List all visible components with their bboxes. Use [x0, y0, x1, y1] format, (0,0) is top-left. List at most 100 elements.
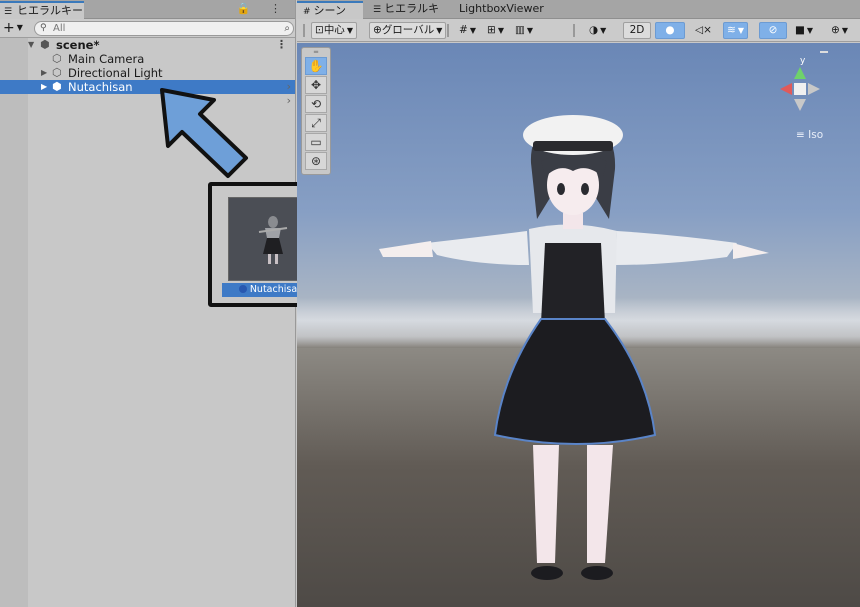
- scene-viewport[interactable]: ═ ✋ ✥ ⟲ ⤢ ▭ ⊛ y x ≡ Iso: [297, 43, 860, 607]
- audio-toggle[interactable]: ◁×: [691, 22, 716, 39]
- tools-grip[interactable]: ═: [302, 48, 330, 56]
- tab-lightbox-viewer[interactable]: LightboxViewer: [453, 1, 544, 19]
- search-input[interactable]: ⚲ All ⌕: [34, 21, 294, 36]
- rotate-icon: ⟲: [310, 97, 322, 111]
- chevron-down-icon: ▼: [600, 26, 607, 35]
- add-button[interactable]: + ▼: [3, 20, 23, 36]
- transform-icon: ⊛: [310, 154, 322, 168]
- chevron-down-icon: ▼: [526, 26, 534, 35]
- shading-icon: ◑: [589, 24, 599, 36]
- lightbulb-icon: ●: [665, 24, 675, 36]
- prefab-dot-icon: [238, 285, 247, 293]
- axis-gizmo-icon: y x: [774, 56, 820, 111]
- rotate-tool-button[interactable]: ⟲: [305, 95, 327, 113]
- cube-icon: ⬡: [52, 66, 62, 79]
- gizmo-icon: ⊕: [831, 24, 840, 36]
- mode-2d-label: 2D: [629, 24, 645, 36]
- grid-icon: #: [303, 7, 311, 17]
- chevron-down-icon: ▼: [469, 26, 476, 35]
- scene-panel: #シーン ☰ヒエラルキー LightboxViewer ⊡中心▼ ⊕グローバル▼…: [297, 0, 860, 607]
- search-placeholder: All: [53, 23, 66, 34]
- avatar-model[interactable]: [297, 43, 860, 607]
- list-item-main-camera[interactable]: ⬡ Main Camera: [28, 52, 295, 66]
- chevron-down-icon: ▼: [346, 26, 353, 35]
- preview-label-text: Nutachisan: [249, 284, 304, 295]
- globe-icon: ⊕: [373, 24, 382, 36]
- tab-scene[interactable]: # シーン: [297, 1, 363, 19]
- toolbar-separator: [573, 24, 575, 37]
- eye-slash-icon: ⊘: [768, 24, 778, 36]
- scene-tabbar: #シーン ☰ヒエラルキー LightboxViewer: [297, 0, 860, 32]
- scene-toolbar: ⊡中心 ▼ ⊕グローバル ▼ # ▼ ⊞ ▼ ▥ ▼ ◑ ▼ 2D ● ◁× ≋ ▼ ⊘ ■ ▼…: [297, 19, 860, 42]
- svg-text:y: y: [800, 56, 806, 66]
- gizmo-menu-icon[interactable]: [820, 51, 828, 53]
- search-scene-icon[interactable]: ⌕: [284, 22, 290, 35]
- expand-arrow-icon[interactable]: ▼: [28, 38, 34, 52]
- projection-label[interactable]: ≡ Iso: [796, 129, 823, 141]
- chevron-right-icon[interactable]: ›: [287, 80, 291, 94]
- mute-icon: ◁×: [695, 24, 712, 36]
- pivot-icon: ⊡: [315, 24, 324, 36]
- draw-mode-button[interactable]: ◑ ▼: [585, 22, 610, 39]
- grid-snap-icon: #: [459, 24, 468, 36]
- list-item-label: Directional Light: [68, 66, 163, 80]
- hand-icon: ✋: [308, 59, 324, 73]
- camera-dropdown[interactable]: ■ ▼: [791, 22, 817, 39]
- orientation-gizmo[interactable]: y x ≡ Iso: [774, 49, 850, 149]
- mode-2d-button[interactable]: 2D: [623, 22, 651, 39]
- chevron-down-icon: ▼: [737, 26, 744, 35]
- effects-icon: ≋: [727, 24, 736, 36]
- pivot-label: 中心: [323, 24, 345, 36]
- hierarchy-toolbar: + ▼ ⚲ All ⌕: [0, 19, 295, 38]
- move-tool-button[interactable]: ✥: [305, 76, 327, 94]
- hierarchy-gutter: [0, 38, 28, 607]
- tab-hierarchy-label: ヒエラルキー: [17, 4, 83, 17]
- chevron-down-icon: ▼: [497, 26, 504, 35]
- more-options-icon[interactable]: ⋮: [276, 38, 287, 52]
- annotation-arrow-icon: [160, 88, 248, 178]
- space-label: グローバル: [381, 24, 435, 36]
- hierarchy-tab-tools[interactable]: 🔒 ⋮: [237, 2, 289, 15]
- transform-tools: ═ ✋ ✥ ⟲ ⤢ ▭ ⊛: [301, 47, 331, 175]
- grid-snap-button[interactable]: # ▼: [455, 22, 480, 39]
- cube-icon: ⬢: [52, 80, 62, 93]
- lighting-toggle[interactable]: ●: [655, 22, 685, 39]
- expand-arrow-icon[interactable]: ▶: [41, 80, 47, 94]
- search-icon: ⚲: [40, 23, 47, 33]
- hierarchy-tabbar: ☰ ヒエラルキー 🔒 ⋮: [0, 0, 295, 19]
- expand-arrow-icon[interactable]: ▶: [41, 66, 47, 80]
- hierarchy-panel: ☰ ヒエラルキー 🔒 ⋮ + ▼ ⚲ All ⌕ ▼ ⬢ scene* ⋮ ⬡ Ma…: [0, 0, 332, 607]
- effects-dropdown[interactable]: ≋ ▼: [723, 22, 748, 39]
- camera-icon: ■: [795, 24, 805, 36]
- tab-scene-label: シーン: [313, 4, 346, 17]
- scale-tool-button[interactable]: ⤢: [305, 114, 327, 132]
- transform-tool-button[interactable]: ⊛: [305, 152, 327, 170]
- hand-tool-button[interactable]: ✋: [305, 57, 327, 75]
- toolbar-separator: [447, 24, 449, 37]
- scale-icon: ⤢: [311, 116, 321, 130]
- chevron-down-icon: ▼: [436, 26, 443, 35]
- chevron-down-icon: ▼: [841, 26, 848, 35]
- iso-icon: ≡: [796, 129, 809, 141]
- chevron-down-icon: ▼: [16, 23, 23, 32]
- ruler-icon: ▥: [515, 24, 525, 36]
- unity-logo-icon: ⬢: [40, 38, 50, 51]
- pivot-dropdown[interactable]: ⊡中心 ▼: [311, 22, 357, 39]
- chevron-right-icon[interactable]: ›: [287, 94, 291, 108]
- visibility-toggle[interactable]: ⊘: [759, 22, 787, 39]
- space-dropdown[interactable]: ⊕グローバル ▼: [369, 22, 447, 39]
- list-icon: ☰: [4, 7, 13, 17]
- tab-hierarchy-2[interactable]: ☰ヒエラルキー: [367, 1, 447, 32]
- tab-hierarchy[interactable]: ☰ ヒエラルキー: [0, 1, 84, 19]
- list-item-scene[interactable]: ▼ ⬢ scene* ⋮: [28, 38, 295, 52]
- rect-tool-button[interactable]: ▭: [305, 133, 327, 151]
- list-item-directional-light[interactable]: ▶ ⬡ Directional Light: [28, 66, 295, 80]
- add-button-label: +: [3, 20, 15, 36]
- list-item-label: Main Camera: [68, 52, 145, 66]
- snap-icon: ⊞: [487, 24, 496, 36]
- cube-icon: ⬡: [52, 52, 62, 65]
- increment-snap-button[interactable]: ⊞ ▼: [483, 22, 508, 39]
- ruler-button[interactable]: ▥ ▼: [511, 22, 537, 39]
- list-icon: ☰: [373, 5, 382, 15]
- gizmos-dropdown[interactable]: ⊕ ▼: [827, 22, 852, 39]
